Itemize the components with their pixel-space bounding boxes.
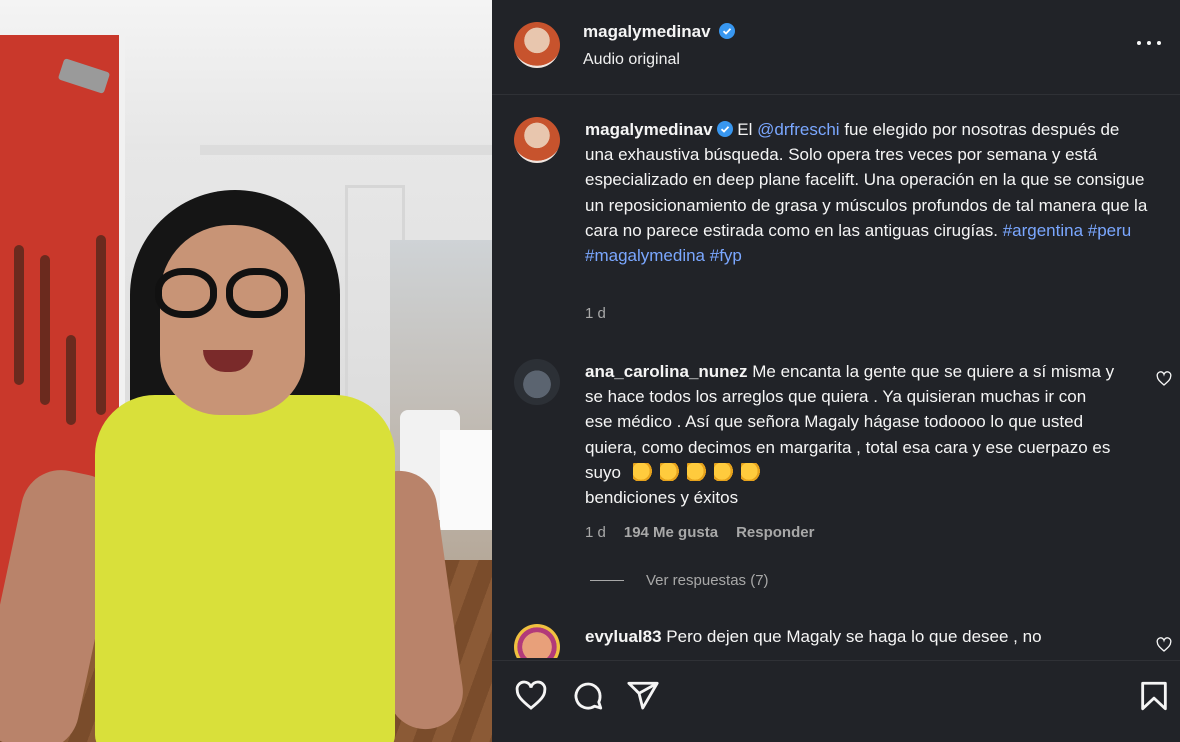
comment-icon[interactable]: [571, 679, 605, 713]
author-username[interactable]: magalymedinav: [583, 22, 711, 41]
hashtag-link[interactable]: #fyp: [710, 246, 742, 265]
comment-like-heart-icon[interactable]: [1156, 637, 1172, 653]
post-panel: magalymedinav Audio original magalymedin…: [492, 0, 1180, 742]
comment-text-end: bendiciones y éxitos: [585, 488, 739, 508]
comment-like-heart-icon[interactable]: [1156, 371, 1172, 387]
view-replies-label: Ver respuestas (7): [646, 572, 769, 589]
comments-scroll-area[interactable]: magalymedinav El @drfreschi fue elegido …: [492, 96, 1180, 658]
hashtag-link[interactable]: #peru: [1088, 221, 1131, 240]
clapping-hands-emoji: [740, 462, 761, 481]
hashtag-link[interactable]: #argentina: [1003, 221, 1083, 240]
clapping-hands-emoji: [713, 462, 734, 481]
commenter-username[interactable]: evylual83: [585, 627, 662, 646]
comment-time[interactable]: 1 d: [585, 524, 606, 541]
comment-text: Pero dejen que Magaly se haga lo que des…: [666, 627, 1042, 646]
caption-username[interactable]: magalymedinav: [585, 120, 713, 139]
commenter-avatar[interactable]: [514, 624, 560, 658]
post-action-bar: [492, 660, 1180, 742]
caption-avatar[interactable]: [514, 117, 560, 163]
caption-text-lead: El: [737, 120, 758, 139]
share-icon[interactable]: [626, 679, 660, 713]
verified-badge-icon: [719, 23, 736, 39]
clapping-hands-emoji: [632, 462, 653, 481]
view-replies-button[interactable]: Ver respuestas (7): [590, 572, 769, 589]
caption-time[interactable]: 1 d: [585, 305, 606, 322]
commenter-username[interactable]: ana_carolina_nunez: [585, 362, 748, 381]
reel-video[interactable]: [0, 0, 492, 742]
commenter-avatar[interactable]: [514, 359, 560, 405]
mention-link[interactable]: @drfreschi: [757, 120, 839, 139]
replies-divider: [590, 580, 624, 581]
clapping-hands-emoji: [686, 462, 707, 481]
post-header: magalymedinav Audio original: [492, 0, 1180, 95]
hashtag-link[interactable]: #magalymedina: [585, 246, 705, 265]
author-avatar[interactable]: [514, 22, 560, 68]
clapping-hands-emoji: [659, 462, 680, 481]
verified-badge-icon: [716, 121, 733, 137]
more-options-icon[interactable]: [1136, 30, 1162, 56]
bookmark-icon[interactable]: [1137, 679, 1171, 713]
comment-likes-count[interactable]: 194 Me gusta: [624, 524, 718, 541]
video-person: [0, 0, 492, 742]
reply-button[interactable]: Responder: [736, 524, 814, 541]
audio-label[interactable]: Audio original: [583, 51, 680, 69]
heart-icon[interactable]: [514, 679, 548, 713]
